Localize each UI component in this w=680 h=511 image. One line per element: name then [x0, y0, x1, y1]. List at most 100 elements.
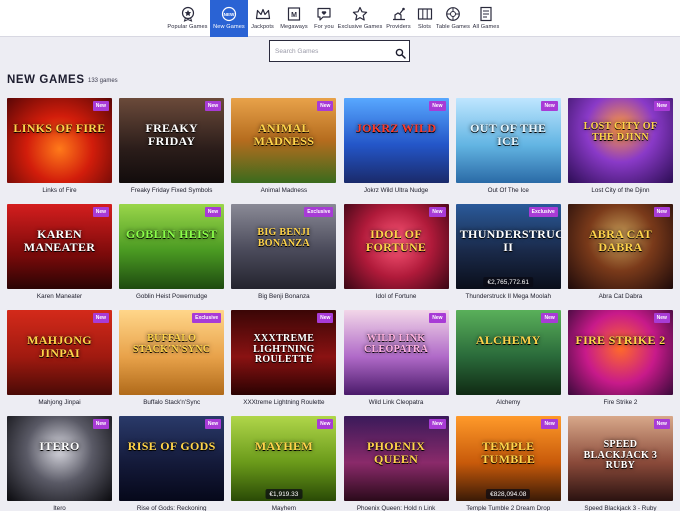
game-thumbnail[interactable]: Karen Maneater New — [7, 204, 112, 289]
game-thumbnail[interactable]: Links of Fire New — [7, 98, 112, 183]
game-title[interactable]: Phoenix Queen: Hold n Link — [344, 505, 449, 511]
game-card[interactable]: Speed Blackjack 3 Ruby New Speed Blackjack… — [567, 416, 673, 511]
game-thumbnail[interactable]: Lost City of the Djinn New — [567, 98, 673, 183]
new-badge: New — [317, 313, 334, 323]
game-thumbnail[interactable]: Thunderstruck II Exclusive €2,765,772.61 — [455, 204, 561, 289]
game-thumbnail[interactable]: Idol of Fortune New — [343, 204, 449, 289]
game-card[interactable]: Links of Fire New Links of Fire — [7, 98, 112, 204]
new-badge: New — [92, 419, 109, 429]
game-card[interactable]: Goblin Heist New Goblin Heist Powernudge — [119, 204, 225, 310]
game-card[interactable]: Animal Madness New Animal Madness — [231, 98, 337, 204]
game-title[interactable]: Itero — [7, 505, 112, 511]
game-card[interactable]: Fire Strike 2 New Fire Strike 2 — [567, 310, 673, 416]
game-logo-art: Freaky Friday — [145, 121, 198, 148]
game-thumbnail[interactable]: Wild Link Cleopatra New — [343, 310, 449, 395]
game-logo-art: Abra Cat Dabra — [588, 227, 653, 254]
nav-item-providers[interactable]: Providers — [383, 0, 414, 37]
game-title[interactable]: Abra Cat Dabra — [568, 293, 673, 300]
nav-item-for-you[interactable]: For you — [311, 0, 337, 37]
game-logo-art: Lost City of the Djinn — [583, 121, 658, 143]
game-card[interactable]: Idol of Fortune New Idol of Fortune — [343, 204, 449, 310]
game-thumbnail[interactable]: Mayhem New €1,919.33 — [231, 416, 337, 501]
game-card[interactable]: Mayhem New €1,919.33 Mayhem — [231, 416, 337, 511]
game-title[interactable]: Karen Maneater — [7, 293, 112, 300]
game-card[interactable]: Buffalo Stack'n'Sync Exclusive Buffalo Sta… — [119, 310, 225, 416]
nav-item-label: Table Games — [435, 24, 471, 30]
game-title[interactable]: Out Of The Ice — [456, 187, 561, 194]
game-card[interactable]: Karen Maneater New Karen Maneater — [7, 204, 112, 310]
game-title[interactable]: Thunderstruck II Mega Moolah — [456, 293, 561, 300]
game-title[interactable]: Alchemy — [456, 399, 561, 406]
game-thumbnail[interactable]: Out of the Ice New — [455, 98, 561, 183]
game-thumbnail[interactable]: Mahjong Jinpai New — [7, 310, 112, 395]
game-title[interactable]: Mayhem — [231, 505, 336, 511]
nav-item-all-games[interactable]: All Games — [471, 0, 501, 37]
game-card[interactable]: XXXtreme Lightning Roulette New XXXtreme L… — [231, 310, 337, 416]
search-box[interactable] — [269, 40, 410, 62]
game-card[interactable]: Freaky Friday New Freaky Friday Fixed Symb… — [119, 98, 225, 204]
heart-chat-icon — [314, 4, 334, 23]
new-badge: New — [429, 313, 446, 323]
new-badge: New — [541, 101, 558, 111]
game-thumbnail[interactable]: Fire Strike 2 New — [567, 310, 673, 395]
game-thumbnail[interactable]: XXXtreme Lightning Roulette New — [231, 310, 337, 395]
game-title[interactable]: Freaky Friday Fixed Symbols — [119, 187, 224, 194]
game-title[interactable]: Lost City of the Djinn — [568, 187, 673, 194]
game-title[interactable]: Idol of Fortune — [344, 293, 449, 300]
nav-item-new-games[interactable]: NEW New Games — [210, 0, 248, 37]
game-card[interactable]: Out of the Ice New Out Of The Ice — [455, 98, 561, 204]
exclusive-badge: Exclusive — [192, 313, 222, 323]
nav-item-megaways[interactable]: M Megaways — [277, 0, 311, 37]
game-title[interactable]: Links of Fire — [7, 187, 112, 194]
game-thumbnail[interactable]: Buffalo Stack'n'Sync Exclusive — [119, 310, 225, 395]
nav-item-table-games[interactable]: Table Games — [435, 0, 471, 37]
nav-item-label: Popular Games — [167, 24, 208, 30]
game-thumbnail[interactable]: Big Benji Bonanza Exclusive — [231, 204, 337, 289]
search-icon[interactable] — [395, 46, 406, 59]
game-card[interactable]: Temple Tumble New €828,094.08 Temple Tumble… — [455, 416, 561, 511]
game-title[interactable]: Temple Tumble 2 Dream Drop — [456, 505, 561, 511]
game-thumbnail[interactable]: Goblin Heist New — [119, 204, 225, 289]
game-card[interactable]: Itero New Itero — [7, 416, 112, 511]
game-title[interactable]: Wild Link Cleopatra — [344, 399, 449, 406]
game-thumbnail[interactable]: Rise of Gods New — [119, 416, 225, 501]
new-badge: New — [653, 207, 670, 217]
game-thumbnail[interactable]: Animal Madness New — [231, 98, 337, 183]
nav-item-exclusive-games[interactable]: Exclusive Games — [337, 0, 383, 37]
game-title[interactable]: Jokrz Wild Ultra Nudge — [344, 187, 449, 194]
game-thumbnail[interactable]: Phoenix Queen New — [343, 416, 449, 501]
game-card[interactable]: Rise of Gods New Rise of Gods: Reckoning — [119, 416, 225, 511]
game-card[interactable]: Alchemy New Alchemy — [455, 310, 561, 416]
new-badge: New — [204, 101, 222, 111]
game-thumbnail[interactable]: Speed Blackjack 3 Ruby New — [567, 416, 673, 501]
search-input[interactable] — [275, 47, 393, 55]
game-title[interactable]: Buffalo Stack'n'Sync — [119, 399, 224, 406]
game-title[interactable]: Animal Madness — [231, 187, 336, 194]
game-logo-art: Mahjong Jinpai — [27, 333, 92, 360]
game-title[interactable]: Rise of Gods: Reckoning — [119, 505, 224, 511]
game-card[interactable]: Mahjong Jinpai New Mahjong Jinpai — [7, 310, 112, 416]
game-thumbnail[interactable]: Jokrz Wild New — [343, 98, 449, 183]
game-thumbnail[interactable]: Itero New — [7, 416, 112, 501]
game-card[interactable]: Jokrz Wild New Jokrz Wild Ultra Nudge — [343, 98, 449, 204]
game-thumbnail[interactable]: Alchemy New — [455, 310, 561, 395]
game-logo-art: Rise of Gods — [127, 439, 216, 453]
game-title[interactable]: Speed Blackjack 3 - Ruby — [568, 505, 673, 511]
nav-item-jackpots[interactable]: Jackpots — [248, 0, 277, 37]
game-title[interactable]: Mahjong Jinpai — [7, 399, 112, 406]
game-card[interactable]: Phoenix Queen New Phoenix Queen: Hold n Li… — [343, 416, 449, 511]
game-title[interactable]: XXXtreme Lightning Roulette — [231, 399, 336, 406]
game-card[interactable]: Abra Cat Dabra New Abra Cat Dabra — [567, 204, 673, 310]
game-card[interactable]: Wild Link Cleopatra New Wild Link Cleopatr… — [343, 310, 449, 416]
game-thumbnail[interactable]: Freaky Friday New — [119, 98, 225, 183]
game-card[interactable]: Lost City of the Djinn New Lost City of th… — [567, 98, 673, 204]
game-card[interactable]: Big Benji Bonanza Exclusive Big Benji Bona… — [231, 204, 337, 310]
game-title[interactable]: Big Benji Bonanza — [231, 293, 336, 300]
game-thumbnail[interactable]: Abra Cat Dabra New — [567, 204, 673, 289]
nav-item-slots[interactable]: Slots — [414, 0, 435, 37]
game-title[interactable]: Fire Strike 2 — [568, 399, 673, 406]
game-card[interactable]: Thunderstruck IIExclusive€2,765,772.61 Th… — [455, 204, 561, 310]
game-title[interactable]: Goblin Heist Powernudge — [119, 293, 224, 300]
nav-item-popular-games[interactable]: Popular Games — [165, 0, 210, 37]
game-thumbnail[interactable]: Temple Tumble New €828,094.08 — [455, 416, 561, 501]
